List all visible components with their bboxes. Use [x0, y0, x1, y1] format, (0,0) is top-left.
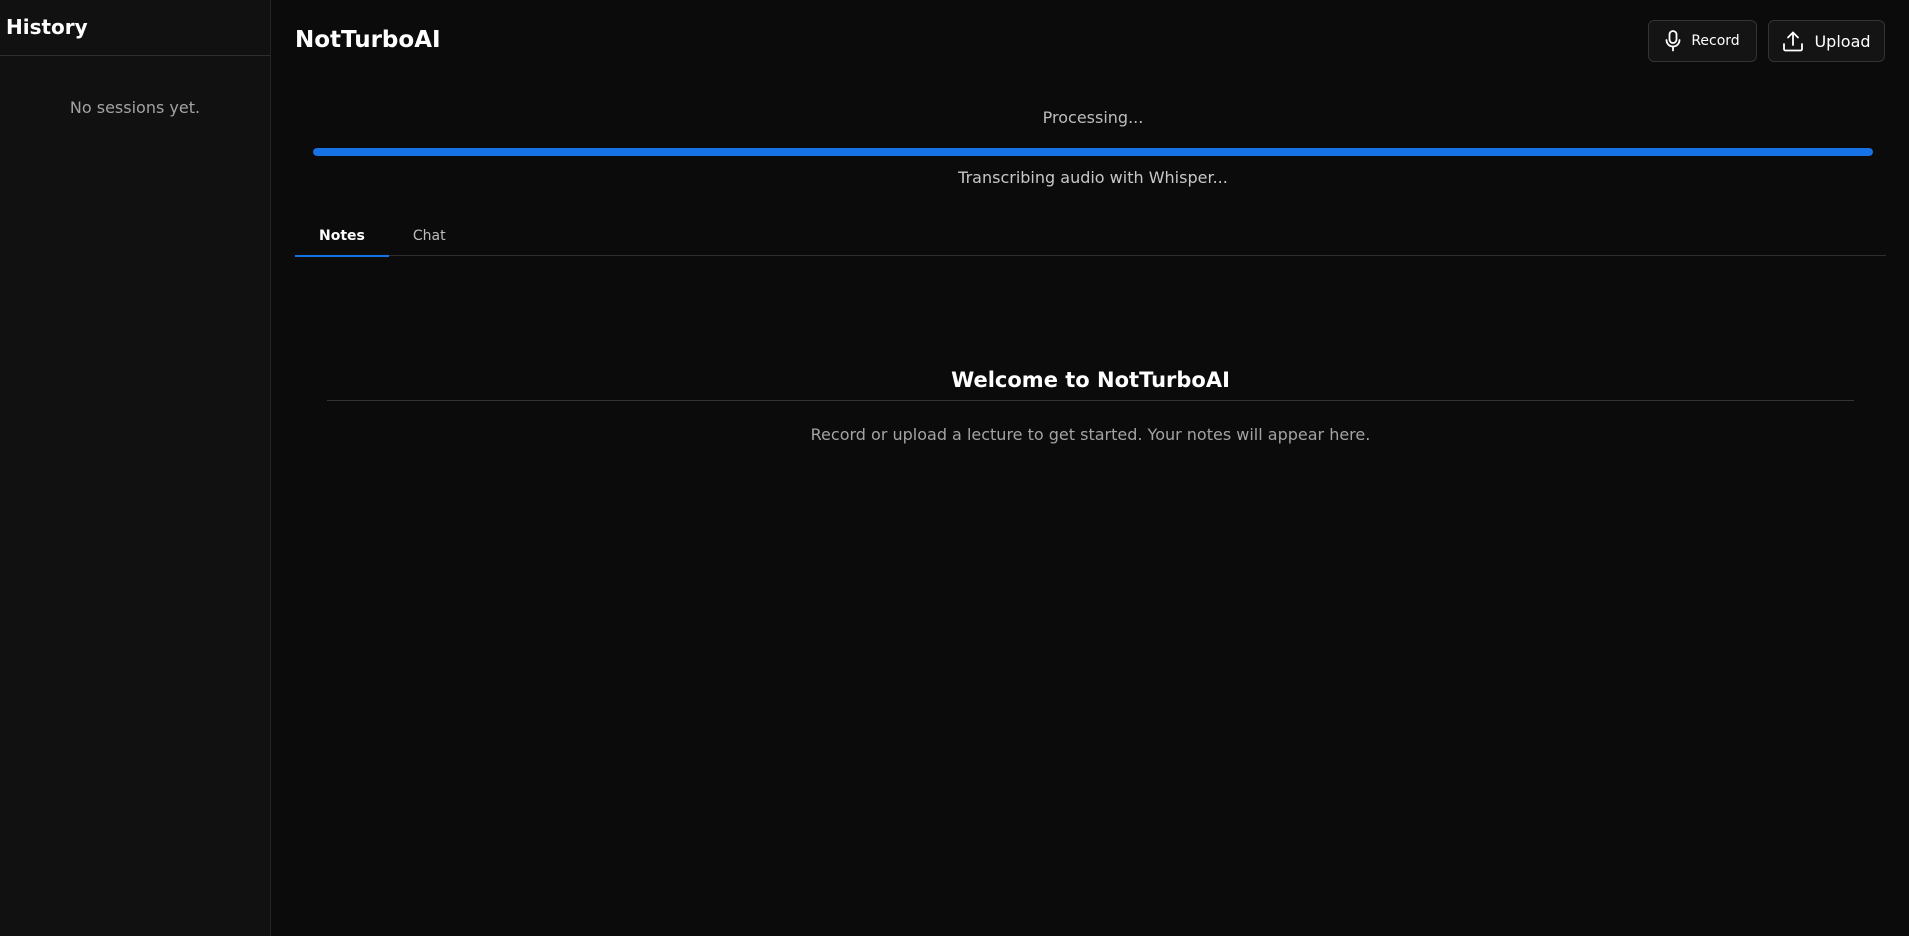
welcome-panel: Welcome to NotTurboAI Record or upload a… [327, 368, 1854, 444]
processing-status: Processing... Transcribing audio with Wh… [313, 108, 1873, 187]
upload-button-label: Upload [1814, 31, 1871, 51]
processing-step: Transcribing audio with Whisper... [958, 168, 1228, 187]
app-title: NotTurboAI [295, 27, 441, 53]
tab-notes-label: Notes [319, 228, 365, 244]
top-bar: NotTurboAI Record Upload [271, 0, 1909, 80]
microphone-icon [1665, 30, 1681, 52]
tab-chat[interactable]: Chat [389, 216, 470, 256]
app-root: History No sessions yet. NotTurboAI Reco… [0, 0, 1909, 936]
processing-title: Processing... [1042, 108, 1144, 127]
view-tabs: Notes Chat [295, 216, 1886, 257]
progress-bar [313, 148, 1873, 156]
upload-icon [1782, 30, 1804, 52]
history-sidebar: History No sessions yet. [0, 0, 271, 936]
record-button[interactable]: Record [1648, 20, 1757, 62]
sidebar-title: History [6, 15, 88, 39]
tab-notes[interactable]: Notes [295, 216, 389, 257]
record-button-label: Record [1691, 33, 1740, 49]
tab-chat-label: Chat [412, 228, 446, 244]
main-panel: NotTurboAI Record Upload Processing... T… [271, 0, 1909, 936]
sidebar-empty-message: No sessions yet. [69, 98, 201, 117]
welcome-message: Record or upload a lecture to get starte… [810, 425, 1371, 444]
sidebar-header: History [0, 0, 270, 56]
upload-button[interactable]: Upload [1768, 20, 1885, 62]
progress-bar-fill [313, 148, 1873, 156]
welcome-title: Welcome to NotTurboAI [327, 368, 1854, 401]
